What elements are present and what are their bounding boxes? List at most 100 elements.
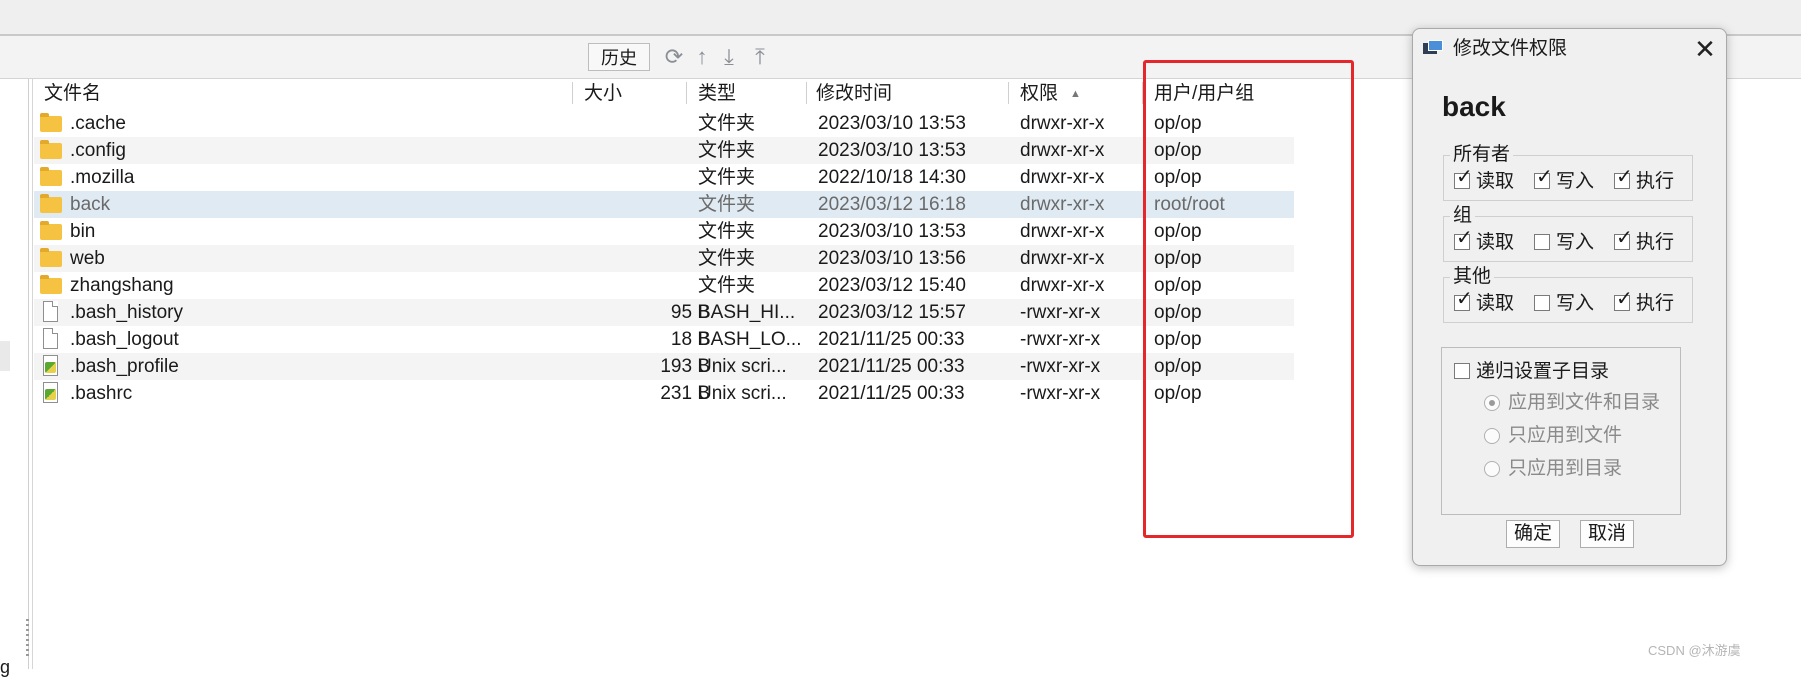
check-icon: ✓ xyxy=(1616,227,1633,249)
file-permissions: drwxr-xr-x xyxy=(1020,194,1105,215)
file-type: 文件夹 xyxy=(698,167,756,188)
checkbox-box xyxy=(1534,295,1550,311)
check-icon: ✓ xyxy=(1456,166,1473,188)
radio-dot xyxy=(1484,461,1500,477)
file-name: .config xyxy=(70,140,126,161)
column-header-size[interactable]: 大小 xyxy=(584,80,622,108)
file-name: back xyxy=(70,194,111,215)
checkbox-label: 执行 xyxy=(1636,171,1675,192)
local-pane-edge: g xyxy=(0,79,29,677)
file-name: .bashrc xyxy=(70,383,133,404)
pane-resize-handle[interactable] xyxy=(26,619,29,659)
file-type: Unix scri... xyxy=(698,356,787,377)
file-row[interactable]: .cache 文件夹 2023/03/10 13:53 drwxr-xr-x op/op xyxy=(34,110,1294,137)
local-pane-text-fragment: g xyxy=(0,657,11,677)
history-button[interactable]: 历史 xyxy=(588,43,650,71)
permission-group-label: 其他 xyxy=(1450,266,1495,288)
checkbox-box: ✓ xyxy=(1454,228,1473,250)
download-icon[interactable]: ⤓ xyxy=(717,44,741,70)
file-row[interactable]: zhangshang 文件夹 2023/03/12 15:40 drwxr-xr-x o… xyxy=(34,272,1294,299)
file-row[interactable]: .bash_history 95 B BASH_HI... 2023/03/12 15… xyxy=(34,299,1294,326)
column-header-type[interactable]: 类型 xyxy=(698,80,736,108)
file-row[interactable]: back 文件夹 2023/03/12 16:18 drwxr-xr-x root/ro… xyxy=(34,191,1294,218)
refresh-icon[interactable]: ⟳ xyxy=(662,44,686,70)
file-type: 文件夹 xyxy=(698,194,756,215)
column-header-permissions[interactable]: 权限 ▲ xyxy=(1020,80,1081,108)
file-size xyxy=(564,110,710,137)
file-permissions: drwxr-xr-x xyxy=(1020,167,1105,188)
file-row[interactable]: .config 文件夹 2023/03/10 13:53 drwxr-xr-x op/o… xyxy=(34,137,1294,164)
file-size: 231 B xyxy=(660,383,710,404)
checkbox-box: ✓ xyxy=(1454,289,1473,311)
file-modified: 2023/03/12 15:57 xyxy=(818,302,966,323)
checkbox-label: 执行 xyxy=(1636,293,1675,314)
file-permissions: drwxr-xr-x xyxy=(1020,113,1105,134)
upload-icon[interactable]: ⤒ xyxy=(748,44,772,70)
file-modified: 2021/11/25 00:33 xyxy=(818,356,965,377)
file-name: .bash_history xyxy=(70,302,184,323)
file-icon xyxy=(40,328,62,350)
checkbox-label: 写入 xyxy=(1556,171,1595,192)
folder-icon xyxy=(40,139,62,161)
file-modified: 2022/10/18 14:30 xyxy=(818,167,966,188)
cancel-button[interactable]: 取消 xyxy=(1580,520,1634,548)
radio-label: 只应用到文件 xyxy=(1508,425,1623,446)
file-name: .mozilla xyxy=(70,167,135,188)
dialog-title: 修改文件权限 xyxy=(1453,38,1568,59)
file-type: 文件夹 xyxy=(698,221,756,242)
file-row[interactable]: .bash_profile 193 B Unix scri... 2021/11/25… xyxy=(34,353,1294,380)
close-icon[interactable]: ✕ xyxy=(1691,35,1719,63)
file-type: 文件夹 xyxy=(698,140,756,161)
checkbox-label: 写入 xyxy=(1556,232,1595,253)
file-size xyxy=(564,218,710,245)
file-row[interactable]: bin 文件夹 2023/03/10 13:53 drwxr-xr-x op/op xyxy=(34,218,1294,245)
check-icon: ✓ xyxy=(1456,227,1473,249)
file-size: 95 B xyxy=(670,302,710,323)
column-divider[interactable] xyxy=(1008,82,1009,104)
file-row[interactable]: .bashrc 231 B Unix scri... 2021/11/25 00:33… xyxy=(34,380,1294,407)
folder-icon xyxy=(40,220,62,242)
column-divider[interactable] xyxy=(686,82,687,104)
file-modified: 2023/03/10 13:53 xyxy=(818,221,966,242)
checkbox-label: 读取 xyxy=(1476,171,1515,192)
column-header-permissions-label: 权限 xyxy=(1020,83,1059,104)
file-modified: 2023/03/12 15:40 xyxy=(818,275,966,296)
file-row[interactable]: web 文件夹 2023/03/10 13:56 drwxr-xr-x op/op xyxy=(34,245,1294,272)
column-divider[interactable] xyxy=(806,82,807,104)
pane-divider[interactable] xyxy=(32,79,33,669)
file-row[interactable]: .bash_logout 18 B BASH_LO... 2021/11/25 00:… xyxy=(34,326,1294,353)
upload-arrow-icon[interactable]: ↑ xyxy=(690,44,714,70)
checkbox-box: ✓ xyxy=(1614,167,1633,189)
checkbox-label: 执行 xyxy=(1636,232,1675,253)
file-modified: 2021/11/25 00:33 xyxy=(818,329,965,350)
checkbox-box: ✓ xyxy=(1534,167,1553,189)
file-icon xyxy=(40,301,62,323)
permission-group-label: 组 xyxy=(1450,205,1476,227)
column-header-modified[interactable]: 修改时间 xyxy=(816,80,892,108)
file-permissions: drwxr-xr-x xyxy=(1020,221,1105,242)
radio-label: 应用到文件和目录 xyxy=(1508,392,1661,413)
check-icon: ✓ xyxy=(1616,288,1633,310)
column-divider[interactable] xyxy=(572,82,573,104)
checkbox-box: ✓ xyxy=(1614,228,1633,250)
script-icon xyxy=(40,355,62,377)
file-size xyxy=(564,137,710,164)
radio-dot xyxy=(1484,395,1500,411)
file-size: 193 B xyxy=(660,356,710,377)
file-permissions: -rwxr-xr-x xyxy=(1020,329,1101,350)
file-size xyxy=(564,272,710,299)
checkbox-box xyxy=(1534,234,1550,250)
column-header-name[interactable]: 文件名 xyxy=(44,80,101,108)
file-row[interactable]: .mozilla 文件夹 2022/10/18 14:30 drwxr-xr-x op/… xyxy=(34,164,1294,191)
change-permissions-dialog: 修改文件权限 ✕ back 所有者 ✓ 读取 ✓ 写入 ✓ 执行组 ✓ 读取 写入 ✓ 执行 其他 ✓ 读取… xyxy=(1412,28,1727,566)
check-icon: ✓ xyxy=(1536,166,1553,188)
table-header: 文件名 大小 类型 修改时间 权限 ▲ 用户/用户组 xyxy=(34,80,1330,108)
dialog-title-bar[interactable]: 修改文件权限 ✕ xyxy=(1413,29,1726,69)
file-permissions: drwxr-xr-x xyxy=(1020,275,1105,296)
script-icon xyxy=(40,382,62,404)
recursive-checkbox-label: 递归设置子目录 xyxy=(1476,361,1610,382)
checkbox-label: 读取 xyxy=(1476,232,1515,253)
ok-button[interactable]: 确定 xyxy=(1506,520,1560,548)
file-type: BASH_LO... xyxy=(698,329,802,350)
file-name: bin xyxy=(70,221,96,242)
